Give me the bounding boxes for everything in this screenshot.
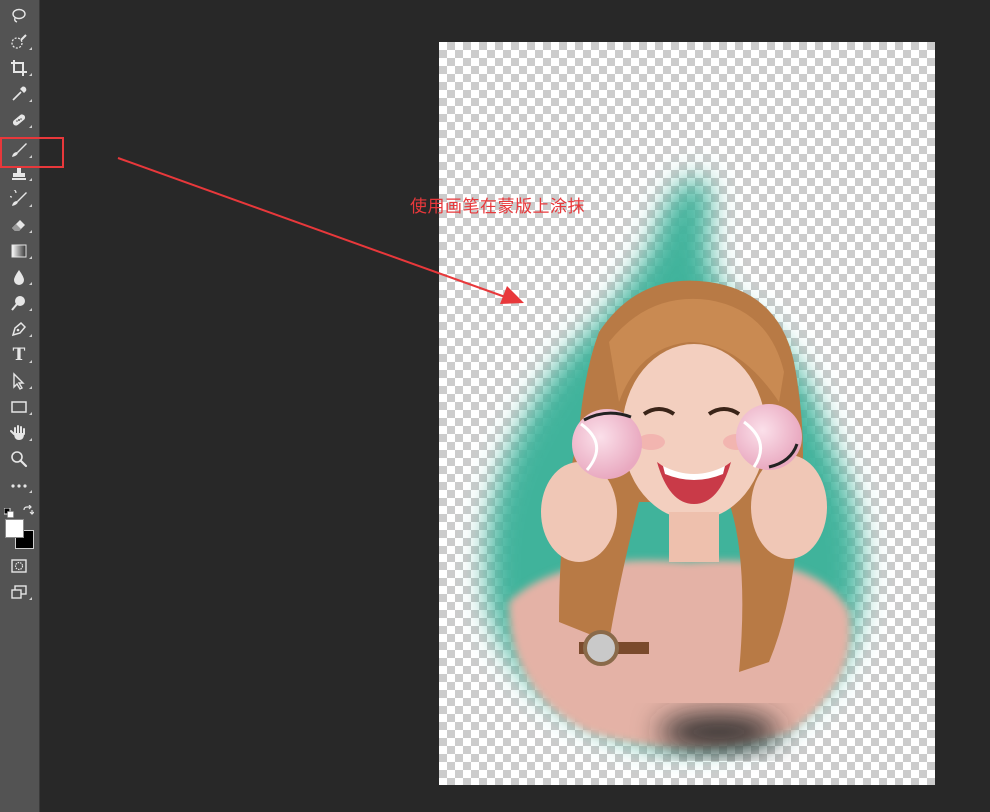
submenu-indicator xyxy=(29,256,32,259)
submenu-indicator xyxy=(29,282,32,285)
submenu-indicator xyxy=(29,99,32,102)
blur-tool[interactable] xyxy=(4,266,34,288)
gradient-icon xyxy=(11,244,27,258)
history-brush-tool[interactable] xyxy=(4,188,34,210)
submenu-indicator xyxy=(29,360,32,363)
healing-brush-tool[interactable] xyxy=(4,109,34,131)
type-tool[interactable]: T xyxy=(4,344,34,366)
screen-mode-button[interactable] xyxy=(4,581,34,603)
history-brush-icon xyxy=(10,190,27,206)
submenu-indicator xyxy=(29,597,32,600)
default-colors-button[interactable] xyxy=(3,503,14,518)
submenu-indicator xyxy=(29,308,32,311)
tools-panel: T xyxy=(0,0,40,812)
more-tools-icon xyxy=(11,484,27,488)
submenu-indicator xyxy=(29,178,32,181)
type-icon: T xyxy=(12,345,26,365)
submenu-indicator xyxy=(29,47,32,50)
hand-tool[interactable] xyxy=(4,422,34,444)
quick-selection-tool[interactable] xyxy=(4,31,34,53)
lasso-tool[interactable] xyxy=(4,5,34,27)
path-selection-icon xyxy=(13,372,25,390)
dodge-tool[interactable] xyxy=(4,292,34,314)
eraser-tool[interactable] xyxy=(4,214,34,236)
pen-icon xyxy=(11,321,27,337)
healing-brush-icon xyxy=(12,114,26,126)
rectangle-tool[interactable] xyxy=(4,396,34,418)
submenu-indicator xyxy=(29,438,32,441)
path-selection-tool[interactable] xyxy=(4,370,34,392)
pen-tool[interactable] xyxy=(4,318,34,340)
submenu-indicator xyxy=(29,386,32,389)
swap-colors-button[interactable] xyxy=(22,502,35,515)
crop-icon xyxy=(11,60,27,76)
submenu-indicator xyxy=(29,230,32,233)
rectangle-icon xyxy=(11,401,27,413)
brush-tool-highlight xyxy=(0,137,64,168)
submenu-indicator xyxy=(29,412,32,415)
submenu-indicator xyxy=(29,125,32,128)
swap-colors-icon xyxy=(23,504,35,515)
masked-photo xyxy=(487,177,861,750)
lasso-icon xyxy=(12,8,26,23)
more-tools-button[interactable] xyxy=(4,474,34,496)
eyedropper-icon xyxy=(12,86,27,101)
submenu-indicator xyxy=(29,334,32,337)
hand-icon xyxy=(10,425,25,440)
annotation-text: 使用画笔在蒙版上涂抹 xyxy=(410,197,585,217)
zoom-tool[interactable] xyxy=(4,448,34,470)
screen-mode-icon xyxy=(11,585,27,599)
document-canvas[interactable] xyxy=(439,42,935,785)
quick-mask-icon xyxy=(11,559,27,573)
crop-tool[interactable] xyxy=(4,57,34,79)
submenu-indicator xyxy=(29,73,32,76)
eraser-icon xyxy=(12,220,25,231)
dodge-icon xyxy=(11,296,25,311)
submenu-indicator xyxy=(29,490,32,493)
zoom-icon xyxy=(11,451,28,468)
foreground-color-swatch[interactable] xyxy=(5,519,24,538)
eyedropper-tool[interactable] xyxy=(4,83,34,105)
quick-selection-icon xyxy=(11,34,27,49)
blur-icon xyxy=(14,270,24,285)
quick-mask-button[interactable] xyxy=(4,555,34,577)
submenu-indicator xyxy=(29,204,32,207)
gradient-tool[interactable] xyxy=(4,240,34,262)
default-colors-icon xyxy=(3,507,14,518)
photoshop-workspace: T 使用画笔在蒙版上涂抹 xyxy=(0,0,990,812)
